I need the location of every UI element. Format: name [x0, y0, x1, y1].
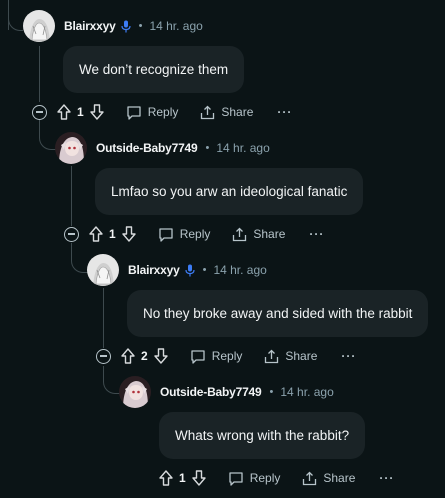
thread-elbow: [8, 14, 23, 31]
downvote-icon[interactable]: [89, 104, 104, 120]
timestamp: 14 hr. ago: [149, 19, 203, 33]
upvote-icon[interactable]: [57, 104, 71, 120]
reply-label: Reply: [211, 349, 243, 363]
comment-header: Blairxxyy • 14 hr. ago: [23, 10, 203, 42]
vote-group: 1: [89, 226, 136, 242]
comment-actions: 1 Reply Share ···: [159, 466, 394, 490]
separator-dot: •: [205, 142, 210, 154]
upvote-icon[interactable]: [89, 226, 103, 242]
vote-group: 2: [121, 348, 168, 364]
more-options-icon[interactable]: ···: [309, 227, 324, 241]
vote-group: 1: [57, 104, 104, 120]
downvote-icon[interactable]: [121, 226, 136, 242]
reply-button[interactable]: Reply: [190, 349, 243, 364]
username[interactable]: Blairxxyy: [64, 19, 116, 33]
comment-body: No they broke away and sided with the ra…: [127, 290, 429, 337]
share-button[interactable]: Share: [302, 471, 355, 486]
thread-line: [39, 46, 40, 102]
share-label: Share: [285, 349, 318, 363]
vote-score: 1: [109, 227, 116, 241]
reply-button[interactable]: Reply: [126, 105, 179, 120]
share-icon: [303, 471, 317, 485]
reply-label: Reply: [179, 227, 211, 241]
share-button[interactable]: Share: [232, 227, 285, 242]
comment-actions: 1 Reply Share ···: [32, 100, 292, 124]
avatar[interactable]: [87, 254, 119, 286]
separator-dot: •: [269, 386, 274, 398]
upvote-icon[interactable]: [159, 470, 173, 486]
microphone-icon: [120, 20, 131, 33]
reply-label: Reply: [249, 471, 281, 485]
timestamp: 14 hr. ago: [216, 141, 270, 155]
avatar[interactable]: [55, 132, 87, 164]
separator-dot: •: [138, 20, 143, 32]
thread-elbow: [39, 125, 56, 150]
comment-body: Lmfao so you arw an ideological fanatic: [95, 168, 364, 215]
downvote-icon[interactable]: [153, 348, 168, 364]
comment-body: We don’t recognize them: [63, 46, 245, 93]
thread-elbow: [103, 370, 120, 394]
share-icon: [201, 105, 215, 119]
more-options-icon[interactable]: ···: [277, 105, 292, 119]
vote-score: 2: [141, 349, 148, 363]
separator-dot: •: [202, 264, 207, 276]
upvote-icon[interactable]: [121, 348, 135, 364]
share-label: Share: [253, 227, 286, 241]
vote-group: 1: [159, 470, 206, 486]
comment-actions: 1 Reply Share ···: [64, 222, 324, 246]
username[interactable]: Blairxxyy: [128, 263, 180, 277]
vote-score: 1: [179, 471, 186, 485]
share-label: Share: [323, 471, 356, 485]
reply-label: Reply: [147, 105, 179, 119]
comment-header: Blairxxyy • 14 hr. ago: [87, 254, 267, 286]
share-button[interactable]: Share: [264, 349, 317, 364]
vote-score: 1: [77, 105, 84, 119]
comment-actions: 2 Reply Share ···: [96, 344, 356, 368]
collapse-button[interactable]: [32, 104, 47, 120]
timestamp: 14 hr. ago: [213, 263, 267, 277]
downvote-icon[interactable]: [191, 470, 206, 486]
username[interactable]: Outside-Baby7749: [96, 141, 198, 155]
share-icon: [265, 349, 279, 363]
collapse-button[interactable]: [96, 348, 111, 364]
comment-header: Outside-Baby7749 • 14 hr. ago: [119, 376, 334, 408]
comment-body: Whats wrong with the rabbit?: [159, 412, 366, 459]
reply-button[interactable]: Reply: [158, 227, 211, 242]
collapse-button[interactable]: [64, 226, 79, 242]
thread-elbow: [71, 248, 88, 273]
more-options-icon[interactable]: ···: [379, 471, 394, 485]
comment-icon: [229, 471, 243, 486]
reply-button[interactable]: Reply: [228, 471, 281, 486]
share-button[interactable]: Share: [200, 105, 253, 120]
timestamp: 14 hr. ago: [280, 385, 334, 399]
comment-icon: [159, 227, 173, 242]
microphone-icon: [184, 264, 195, 277]
more-options-icon[interactable]: ···: [341, 349, 356, 363]
comment-icon: [191, 349, 205, 364]
avatar[interactable]: [23, 10, 55, 42]
thread-line: [103, 288, 104, 348]
avatar[interactable]: [119, 376, 151, 408]
thread-line: [71, 166, 72, 226]
share-icon: [233, 227, 247, 241]
share-label: Share: [221, 105, 254, 119]
comment-header: Outside-Baby7749 • 14 hr. ago: [55, 132, 270, 164]
comment-icon: [127, 105, 141, 120]
username[interactable]: Outside-Baby7749: [160, 385, 262, 399]
